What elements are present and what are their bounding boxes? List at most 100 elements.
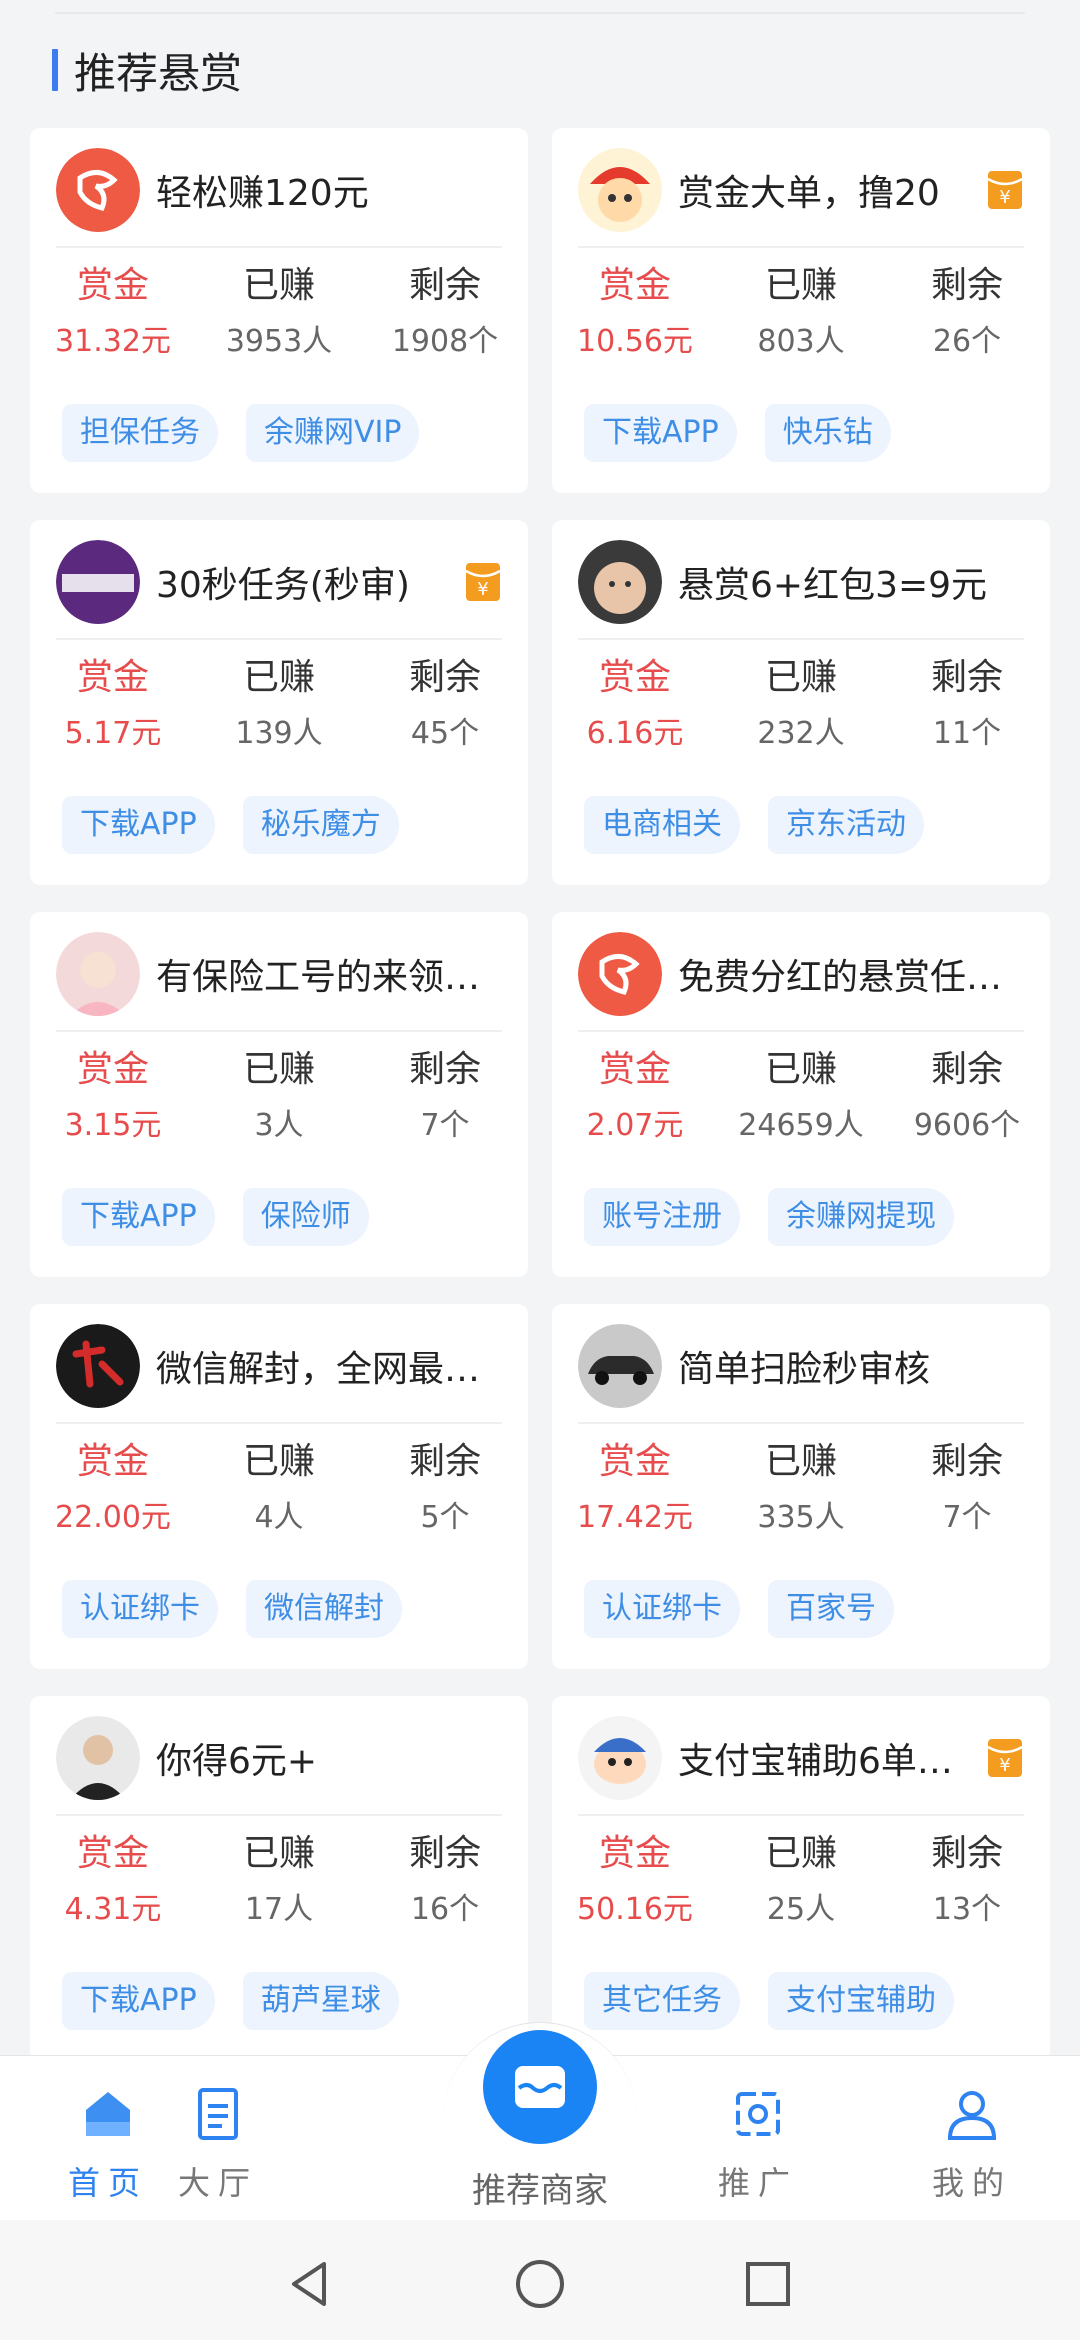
- card-stats: 赏金 22.00元 已赚 4人 剩余 5个: [30, 1439, 528, 1537]
- card-divider: [578, 1030, 1024, 1032]
- card-header: 免费分红的悬赏任…: [578, 932, 1024, 1016]
- category-tag[interactable]: 其它任务: [584, 1972, 740, 2030]
- remaining-value: 16个: [410, 1892, 480, 1927]
- nav-mine[interactable]: 我的: [902, 2084, 1042, 2204]
- red-envelope-icon: ¥: [986, 1737, 1024, 1779]
- tag-list: 担保任务 余赚网VIP: [62, 404, 420, 462]
- remaining-label: 剩余: [408, 657, 481, 698]
- earned-column: 已赚 24659人: [718, 1047, 884, 1145]
- remaining-value: 26个: [932, 324, 1002, 359]
- reward-value: 3.15元: [64, 1108, 162, 1143]
- nav-promote-label: 推广: [717, 2164, 798, 2202]
- card-title: 免费分红的悬赏任…: [678, 957, 1003, 998]
- category-tag[interactable]: 秘乐魔方: [242, 796, 399, 854]
- earned-value: 335人: [757, 1500, 845, 1535]
- category-tag[interactable]: 账号注册: [584, 1188, 740, 1246]
- category-tag[interactable]: 电商相关: [584, 796, 740, 854]
- card-header: 支付宝辅助6单… ¥: [578, 1716, 1024, 1800]
- category-tag[interactable]: 下载APP: [62, 1972, 215, 2030]
- reward-value: 17.42元: [577, 1500, 693, 1535]
- tag-list: 认证绑卡 微信解封: [62, 1580, 402, 1638]
- nav-promote[interactable]: 推广: [688, 2084, 828, 2204]
- card-stats: 赏金 2.07元 已赚 24659人 剩余 9606个: [552, 1047, 1050, 1145]
- reward-value: 50.16元: [577, 1892, 693, 1927]
- svg-text:¥: ¥: [999, 187, 1010, 208]
- red-envelope-icon: ¥: [464, 561, 502, 603]
- reward-value: 2.07元: [586, 1108, 684, 1143]
- bounty-card[interactable]: 悬赏6+红包3=9元 赏金 6.16元 已赚 232人 剩余 11个 电商相关京…: [552, 520, 1050, 885]
- card-stats: 赏金 50.16元 已赚 25人 剩余 13个: [552, 1831, 1050, 1929]
- recents-icon[interactable]: [738, 2254, 798, 2314]
- earned-column: 已赚 803人: [718, 263, 884, 361]
- category-tag[interactable]: 认证绑卡: [584, 1580, 740, 1638]
- bounty-card[interactable]: 有保险工号的来领… 赏金 3.15元 已赚 3人 剩余 7个 下载APP 保险师: [30, 912, 528, 1277]
- recommended-merchants-button[interactable]: [483, 2030, 597, 2144]
- bounty-card[interactable]: 你得6元+ 赏金 4.31元 已赚 17人 剩余 16个 下载APP 葫芦星球: [30, 1696, 528, 2061]
- category-tag[interactable]: 保险师: [242, 1188, 369, 1246]
- store-icon: [515, 2066, 565, 2108]
- bounty-card[interactable]: 赏金大单，撸20 ¥ 赏金 10.56元 已赚 803人 剩余 26个 下载AP…: [552, 128, 1050, 493]
- remaining-value: 13个: [932, 1892, 1002, 1927]
- category-tag[interactable]: 认证绑卡: [62, 1580, 218, 1638]
- reward-label: 赏金: [598, 657, 671, 698]
- remaining-column: 剩余 7个: [362, 1047, 528, 1145]
- reward-column: 赏金 5.17元: [30, 655, 196, 753]
- category-tag[interactable]: 担保任务: [62, 404, 218, 462]
- reward-column: 赏金 22.00元: [30, 1439, 196, 1537]
- category-tag[interactable]: 微信解封: [246, 1580, 402, 1638]
- card-divider: [56, 1030, 502, 1032]
- tag-list: 下载APP 快乐钻: [584, 404, 891, 462]
- reward-value: 4.31元: [64, 1892, 162, 1927]
- tag-list: 账号注册 余赚网提现: [584, 1188, 954, 1246]
- section-accent-bar: [52, 49, 58, 91]
- category-tag[interactable]: 下载APP: [584, 404, 737, 462]
- top-divider: [55, 12, 1025, 14]
- reward-label: 赏金: [598, 265, 671, 306]
- category-tag[interactable]: 百家号: [768, 1580, 894, 1638]
- bounty-grid: 轻松赚120元 赏金 31.32元 已赚 3953人 剩余 1908个 担保任务…: [30, 128, 1050, 2061]
- home-circle-icon[interactable]: [510, 2254, 570, 2314]
- bounty-card[interactable]: 轻松赚120元 赏金 31.32元 已赚 3953人 剩余 1908个 担保任务…: [30, 128, 528, 493]
- remaining-column: 剩余 1908个: [362, 263, 528, 361]
- remaining-value: 1908个: [391, 324, 499, 359]
- category-tag[interactable]: 下载APP: [62, 1188, 215, 1246]
- tag-list: 认证绑卡 百家号: [584, 1580, 894, 1638]
- earned-column: 已赚 232人: [718, 655, 884, 753]
- remaining-label: 剩余: [408, 265, 481, 306]
- reward-column: 赏金 2.07元: [552, 1047, 718, 1145]
- bounty-card[interactable]: 微信解封，全网最… 赏金 22.00元 已赚 4人 剩余 5个 认证绑卡 微信解封: [30, 1304, 528, 1669]
- card-title: 支付宝辅助6单…: [678, 1741, 953, 1782]
- reward-value: 6.16元: [586, 716, 684, 751]
- nav-hall[interactable]: 大厅: [148, 2084, 288, 2204]
- user-icon: [947, 2091, 997, 2140]
- category-tag[interactable]: 余赚网提现: [768, 1188, 954, 1246]
- bounty-card[interactable]: 免费分红的悬赏任… 赏金 2.07元 已赚 24659人 剩余 9606个 账号…: [552, 912, 1050, 1277]
- card-title: 轻松赚120元: [156, 173, 369, 214]
- nav-hall-label: 大厅: [177, 2164, 258, 2202]
- child-face-avatar: [578, 540, 662, 624]
- category-tag[interactable]: 下载APP: [62, 796, 215, 854]
- card-title: 30秒任务(秒审): [156, 565, 410, 606]
- bounty-card[interactable]: 简单扫脸秒审核 赏金 17.42元 已赚 335人 剩余 7个 认证绑卡 百家号: [552, 1304, 1050, 1669]
- tag-list: 下载APP 秘乐魔方: [62, 796, 399, 854]
- category-tag[interactable]: 葫芦星球: [242, 1972, 399, 2030]
- back-icon[interactable]: [280, 2254, 340, 2314]
- earned-label: 已赚: [764, 1441, 837, 1482]
- category-tag[interactable]: 京东活动: [768, 796, 924, 854]
- earned-label: 已赚: [764, 1049, 837, 1090]
- remaining-column: 剩余 7个: [884, 1439, 1050, 1537]
- reward-column: 赏金 6.16元: [552, 655, 718, 753]
- earned-column: 已赚 17人: [196, 1831, 362, 1929]
- reward-label: 赏金: [76, 657, 149, 698]
- category-tag[interactable]: 余赚网VIP: [246, 404, 420, 462]
- category-tag[interactable]: 支付宝辅助: [768, 1972, 954, 2030]
- category-tag[interactable]: 快乐钻: [764, 404, 891, 462]
- earned-label: 已赚: [242, 657, 315, 698]
- remaining-value: 45个: [410, 716, 480, 751]
- card-header: 有保险工号的来领…: [56, 932, 502, 1016]
- bounty-card[interactable]: 支付宝辅助6单… ¥ 赏金 50.16元 已赚 25人 剩余 13个 其它任务支…: [552, 1696, 1050, 2061]
- bounty-card[interactable]: 30秒任务(秒审) ¥ 赏金 5.17元 已赚 139人 剩余 45个 下载AP…: [30, 520, 528, 885]
- card-stats: 赏金 10.56元 已赚 803人 剩余 26个: [552, 263, 1050, 361]
- document-icon: [198, 2088, 238, 2140]
- remaining-label: 剩余: [408, 1833, 481, 1874]
